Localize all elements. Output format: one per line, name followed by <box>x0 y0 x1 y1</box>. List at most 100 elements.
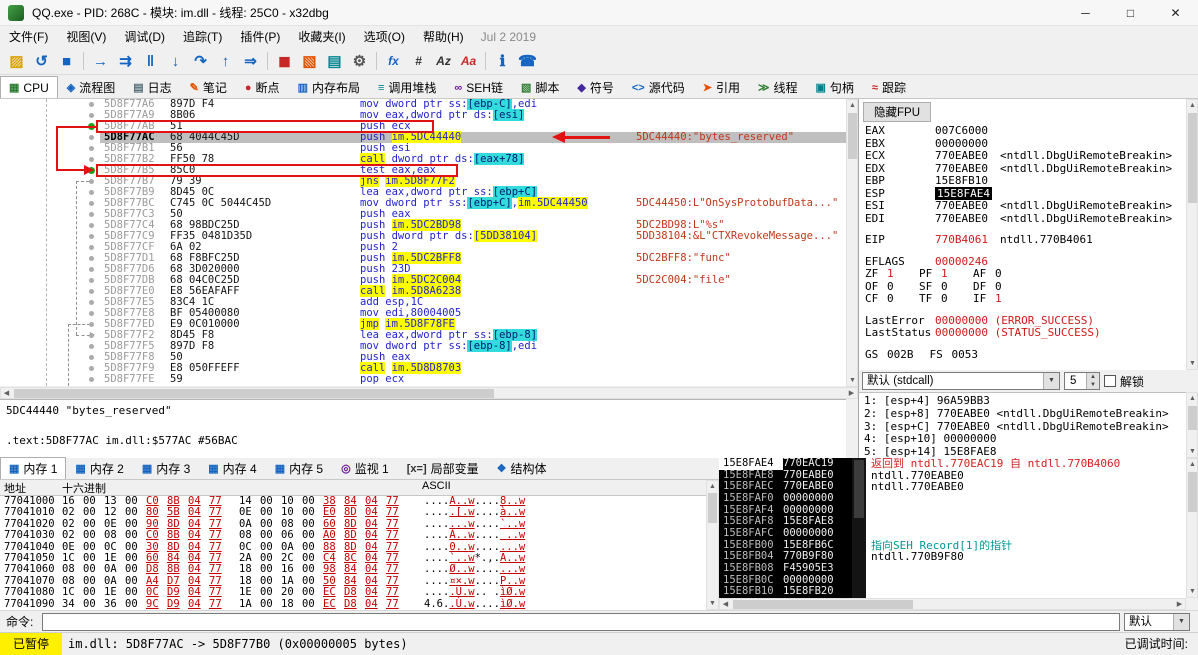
scroll-left-icon[interactable]: ◀ <box>1 388 12 399</box>
breakpoints-icon[interactable]: ◼ <box>272 50 297 73</box>
pause-icon[interactable]: ‖ <box>138 50 163 73</box>
breakpoint-dot[interactable] <box>88 167 95 174</box>
az-icon[interactable]: Az <box>431 50 456 73</box>
dump-row[interactable]: 77041080 1C 00 1E 00 0C D9 04 77 1E 00 20 00 EC D8 04 77… <box>0 586 706 598</box>
scroll-right-icon[interactable]: ▶ <box>1174 599 1185 610</box>
disasm-horizontal-scrollbar[interactable]: ◀ ▶ <box>0 387 858 399</box>
tab-日志[interactable]: ▤ 日志 <box>124 76 180 98</box>
scroll-up-icon[interactable]: ▲ <box>1187 100 1198 111</box>
tab-句柄[interactable]: ▣ 句柄 <box>807 76 863 98</box>
stack-mid-scrollbar[interactable] <box>852 458 866 598</box>
menu-item-8[interactable]: 帮助(H) <box>414 26 473 48</box>
tab-CPU[interactable]: ▦ CPU <box>0 76 58 98</box>
tab-流程图[interactable]: ◈ 流程图 <box>58 76 124 98</box>
stack-horizontal-scrollbar[interactable]: ◀ ▶ <box>719 598 1186 610</box>
menu-item-2[interactable]: 视图(V) <box>57 26 115 48</box>
hide-fpu-button[interactable]: 隐藏FPU <box>863 102 931 122</box>
menu-item-3[interactable]: 调试(D) <box>115 26 174 48</box>
restart-icon[interactable]: ↺ <box>29 50 54 73</box>
scroll-thumb[interactable] <box>1188 113 1197 203</box>
scroll-thumb[interactable] <box>1188 406 1197 430</box>
step-into-icon[interactable]: ↓ <box>163 50 188 73</box>
chevron-down-icon[interactable]: ▼ <box>1173 614 1189 630</box>
disasm-row[interactable]: 5D8F77FE 59 pop ecx <box>0 374 846 385</box>
tab-断点[interactable]: ● 断点 <box>236 76 289 98</box>
stack-vertical-scrollbar[interactable]: ▲ ▼ <box>1186 458 1198 598</box>
register-row[interactable]: EBP 15E8FB10 <box>859 174 1186 188</box>
tab-符号[interactable]: ◆ 符号 <box>568 76 622 98</box>
arguments-vertical-scrollbar[interactable]: ▲ ▼ <box>1186 392 1198 458</box>
flag-value[interactable]: 1 <box>887 267 903 281</box>
calling-convention-select[interactable]: 默认 (stdcall) ▼ <box>862 372 1060 390</box>
tab-内存 3[interactable]: ▦ 内存 3 <box>133 457 199 479</box>
scroll-thumb[interactable] <box>708 493 717 523</box>
command-input[interactable] <box>42 613 1120 631</box>
scroll-left-icon[interactable]: ◀ <box>720 599 731 610</box>
patches-icon[interactable]: ▧ <box>297 50 322 73</box>
argument-count-stepper[interactable]: 5 ▲ ▼ <box>1064 372 1100 390</box>
scroll-thumb[interactable] <box>848 113 857 159</box>
register-row[interactable]: EAX 007C6000 <box>859 124 1186 138</box>
tab-调用堆栈[interactable]: ≡ 调用堆栈 <box>369 76 445 98</box>
scroll-down-icon[interactable]: ▼ <box>707 598 718 609</box>
flag-value[interactable]: 1 <box>995 292 1011 306</box>
menu-item-1[interactable]: 文件(F) <box>0 26 57 48</box>
scroll-down-icon[interactable]: ▼ <box>1187 358 1198 369</box>
scroll-up-icon[interactable]: ▲ <box>847 100 858 111</box>
comments-icon[interactable]: ▤ <box>322 50 347 73</box>
stack-view[interactable]: 15E8FAE4 770EAC19 15E8FAE8 770EABE0 15E8FAEC… <box>719 458 866 598</box>
tab-结构体[interactable]: ❖ 结构体 <box>488 457 556 479</box>
close-button[interactable]: ✕ <box>1153 0 1198 26</box>
tab-监视 1[interactable]: ◎ 监视 1 <box>332 457 398 479</box>
argument-row[interactable]: 1: [esp+4] 96A59BB3 <box>864 394 1186 408</box>
register-row[interactable]: LastStatus 00000000 (STATUS_SUCCESS) <box>859 326 1186 340</box>
run-alt-icon[interactable]: ⇉ <box>113 50 138 73</box>
fx-icon[interactable]: fx <box>381 50 406 73</box>
tab-引用[interactable]: ➤ 引用 <box>694 76 749 98</box>
stepper-arrows-icon[interactable]: ▲ ▼ <box>1086 373 1099 389</box>
dump-row[interactable]: 77041030 02 00 08 00 C0 8B 04 77 08 00 06 00 A0 8D 04 77… <box>0 529 706 541</box>
menu-item-6[interactable]: 收藏夹(I) <box>289 26 354 48</box>
scroll-thumb[interactable] <box>14 389 494 398</box>
registers-vertical-scrollbar[interactable]: ▲ ▼ <box>1186 99 1198 370</box>
register-row[interactable]: ESI 770EABE0 <ntdll.DbgUiRemoteBreakin> <box>859 199 1186 213</box>
scroll-up-icon[interactable]: ▲ <box>707 481 718 492</box>
tab-脚本[interactable]: ▧ 脚本 <box>512 76 568 98</box>
minimize-button[interactable]: ─ <box>1063 0 1108 26</box>
run-icon[interactable]: → <box>88 50 113 73</box>
tab-线程[interactable]: ≫ 线程 <box>749 76 807 98</box>
flag-value[interactable]: 0 <box>941 292 957 306</box>
chevron-down-icon[interactable]: ▼ <box>1043 373 1059 389</box>
tab-跟踪[interactable]: ≈ 跟踪 <box>863 76 915 98</box>
memory-dump-view[interactable]: 77041000 16 00 13 00 C0 8B 04 77 14 00 10 00 38 84 04 77… <box>0 496 706 610</box>
step-out-icon[interactable]: ↑ <box>213 50 238 73</box>
tab-SEH链[interactable]: ∞ SEH链 <box>445 76 512 98</box>
flag-value[interactable]: 002B <box>887 348 914 362</box>
info-icon[interactable]: ℹ <box>490 50 515 73</box>
flag-value[interactable]: 0 <box>995 267 1011 281</box>
flag-value[interactable]: 0053 <box>952 348 979 362</box>
register-row[interactable]: ECX 770EABE0 <ntdll.DbgUiRemoteBreakin> <box>859 149 1186 163</box>
register-row[interactable]: EFLAGS 00000246 <box>859 255 1186 269</box>
tab-内存 5[interactable]: ▦ 内存 5 <box>266 457 332 479</box>
register-row[interactable]: EIP 770B4061 ntdll.770B4061 <box>859 233 1186 247</box>
breakpoint-dot[interactable] <box>88 123 95 130</box>
run-to-cursor-icon[interactable]: ⇒ <box>238 50 263 73</box>
scroll-down-icon[interactable]: ▼ <box>1187 446 1198 457</box>
help-phone-icon[interactable]: ☎ <box>515 50 540 73</box>
tab-内存布局[interactable]: ▥ 内存布局 <box>289 76 369 98</box>
tab-内存 2[interactable]: ▦ 内存 2 <box>66 457 132 479</box>
scroll-down-icon[interactable]: ▼ <box>847 375 858 386</box>
tab-笔记[interactable]: ✎ 笔记 <box>181 76 236 98</box>
stack-row[interactable]: 15E8FB10 15E8FB20 <box>719 586 866 598</box>
tab-源代码[interactable]: <> 源代码 <box>623 76 694 98</box>
command-preset-select[interactable]: 默认 ▼ <box>1124 613 1190 631</box>
dump-vertical-scrollbar[interactable]: ▲ ▼ <box>706 480 719 610</box>
flag-value[interactable]: 1 <box>941 267 957 281</box>
open-file-icon[interactable]: ▨ <box>4 50 29 73</box>
scroll-up-icon[interactable]: ▲ <box>1187 393 1198 404</box>
menu-item-4[interactable]: 追踪(T) <box>174 26 231 48</box>
flag-value[interactable]: 0 <box>887 292 903 306</box>
stack-row[interactable]: 15E8FAFC 00000000 <box>719 527 866 540</box>
stack-row[interactable]: 15E8FB08 F45905E3 <box>719 562 866 575</box>
